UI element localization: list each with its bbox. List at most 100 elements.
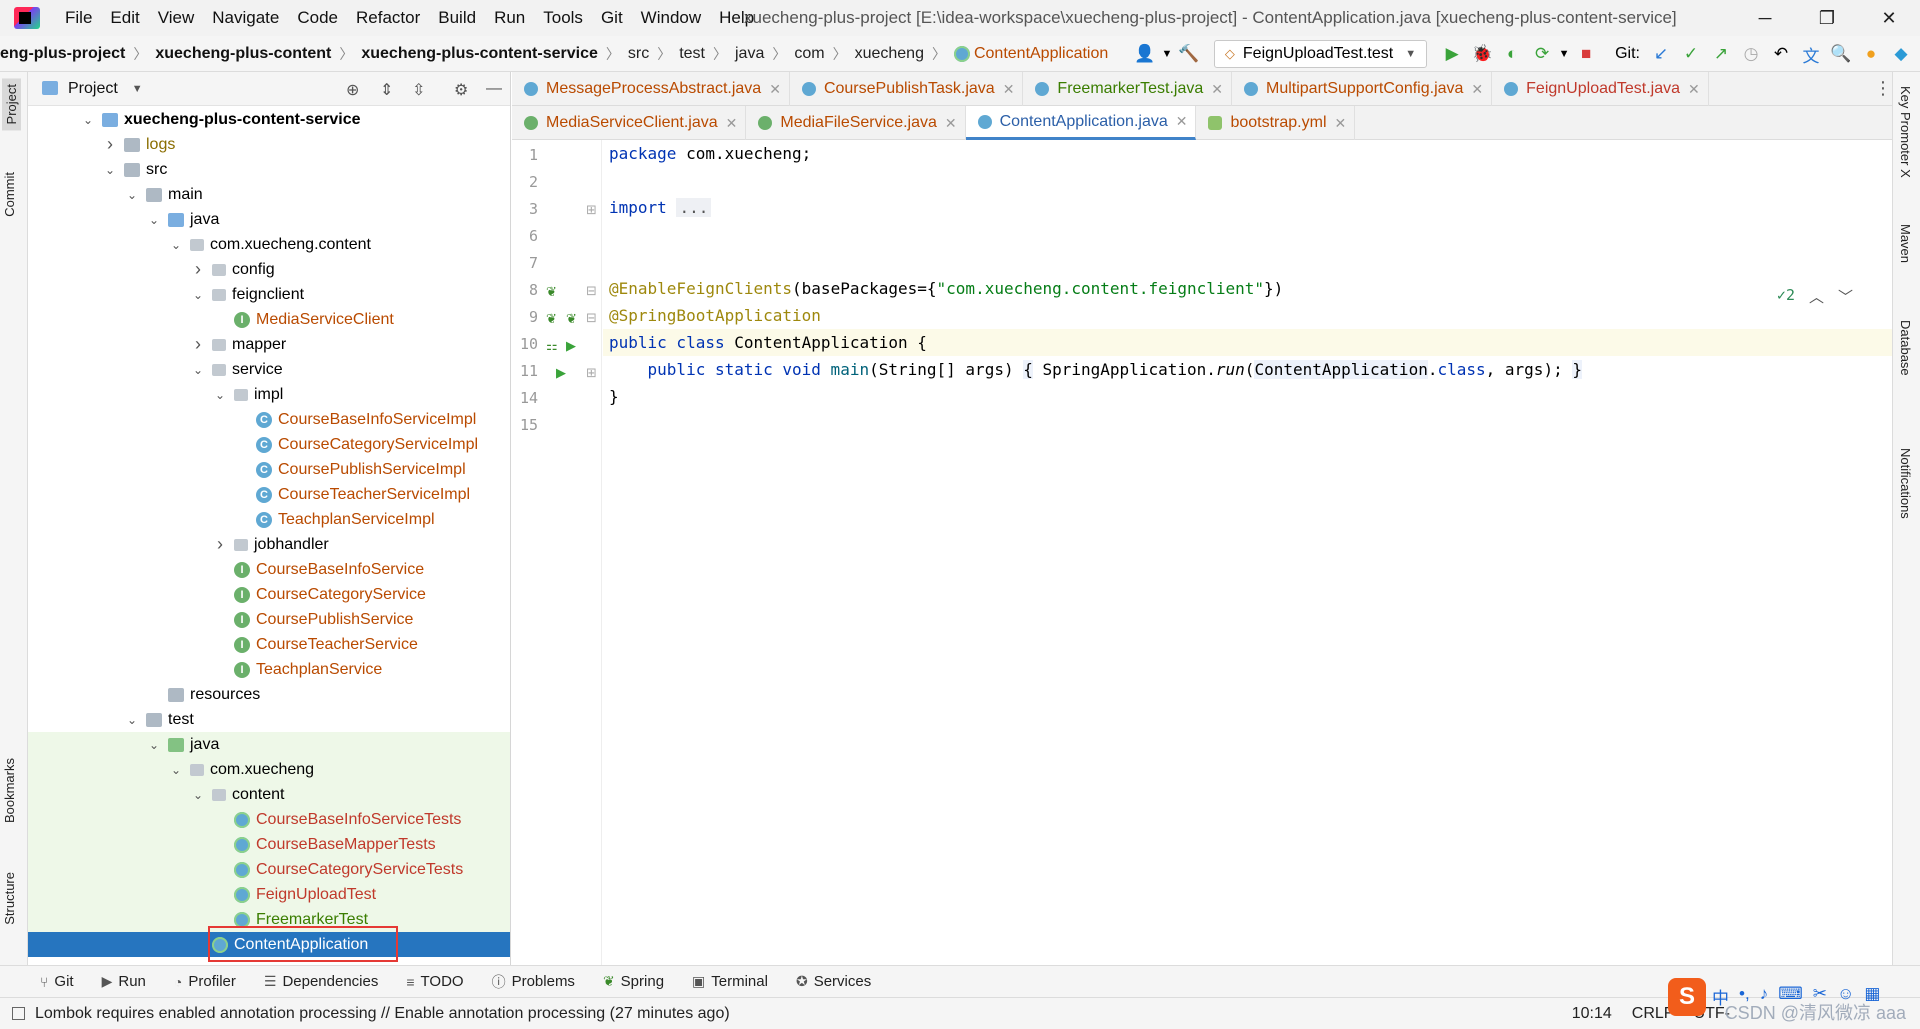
tree-node[interactable]: I TeachplanService	[28, 657, 510, 682]
editor-tab[interactable]: FreemarkerTest.java ✕	[1023, 72, 1232, 106]
breadcrumb-java[interactable]: java	[727, 45, 772, 63]
tool-problems[interactable]: ⓘ Problems	[478, 972, 589, 992]
tree-node[interactable]: C CoursePublishServiceImpl	[28, 457, 510, 482]
tool-run[interactable]: ▶ Run	[88, 973, 160, 990]
close-tab-icon[interactable]: ✕	[1471, 81, 1483, 98]
tree-node[interactable]: C CourseBaseInfoServiceImpl	[28, 407, 510, 432]
menu-code[interactable]: Code	[288, 0, 347, 36]
chevron-down-icon[interactable]: ⌄	[124, 713, 140, 727]
chevron-down-icon[interactable]: ⌄	[168, 238, 184, 252]
chevron-down-icon[interactable]: ⌄	[80, 113, 96, 127]
breadcrumb-xuecheng[interactable]: xuecheng	[847, 45, 932, 63]
chevron-down-icon[interactable]: ⌄	[190, 288, 206, 302]
editor-tab[interactable]: MessageProcessAbstract.java ✕	[512, 72, 790, 106]
user-icon[interactable]: 👤	[1130, 44, 1160, 64]
tree-node[interactable]: › jobhandler	[28, 532, 510, 557]
profile-icon[interactable]: ⟳	[1527, 44, 1557, 64]
chevron-down-icon[interactable]: ⌄	[212, 388, 228, 402]
tool-tab-structure[interactable]: Structure	[2, 872, 17, 925]
coverage-icon[interactable]: ◐	[1497, 44, 1527, 64]
stop-icon[interactable]: ■	[1571, 44, 1601, 64]
tree-node[interactable]: ⌄ java	[28, 207, 510, 232]
chevron-down-icon[interactable]: ⌄	[124, 188, 140, 202]
breadcrumb-src[interactable]: src	[620, 45, 657, 63]
tree-node[interactable]: C CourseTeacherServiceImpl	[28, 482, 510, 507]
tree-node[interactable]: CourseBaseMapperTests	[28, 832, 510, 857]
menu-edit[interactable]: Edit	[101, 0, 148, 36]
expand-all-icon[interactable]: ⇕	[380, 80, 393, 100]
tree-node[interactable]: ⌄ impl	[28, 382, 510, 407]
tree-node[interactable]: I CourseBaseInfoService	[28, 557, 510, 582]
locate-icon[interactable]: ⊕	[346, 80, 359, 100]
tool-tab-project[interactable]: Project	[2, 78, 21, 131]
menu-git[interactable]: Git	[592, 0, 632, 36]
project-panel-title[interactable]: Project	[68, 80, 118, 98]
translate-icon[interactable]: 文	[1796, 42, 1826, 67]
tree-node[interactable]: ContentApplication	[28, 932, 510, 957]
collapse-all-icon[interactable]: ⇳	[412, 80, 425, 100]
hide-icon[interactable]: —	[486, 80, 502, 98]
folded-imports[interactable]: ...	[676, 198, 712, 217]
git-update-icon[interactable]: ↙	[1646, 44, 1676, 64]
tool-tab-maven[interactable]: Maven	[1898, 224, 1913, 263]
tree-node[interactable]: ⌄ com.xuecheng	[28, 757, 510, 782]
tree-node[interactable]: ⌄ feignclient	[28, 282, 510, 307]
tree-node[interactable]: C TeachplanServiceImpl	[28, 507, 510, 532]
tool-profiler[interactable]: ◔ Profiler	[160, 973, 250, 990]
menu-view[interactable]: View	[149, 0, 204, 36]
fold-icon[interactable]: ⊞	[586, 202, 597, 218]
close-tab-icon[interactable]: ✕	[726, 115, 738, 132]
tree-node[interactable]: ⌄ content	[28, 782, 510, 807]
restore-button[interactable]: ❐	[1796, 0, 1858, 36]
tabs-more-icon[interactable]: ⋮	[1874, 78, 1892, 99]
menu-window[interactable]: Window	[632, 0, 710, 36]
chevron-down-icon[interactable]: ⌄	[190, 363, 206, 377]
chevron-down-icon[interactable]: ▼	[1557, 48, 1571, 60]
tree-node[interactable]: ⌄ main	[28, 182, 510, 207]
rollback-icon[interactable]: ↶	[1766, 44, 1796, 64]
menu-navigate[interactable]: Navigate	[203, 0, 288, 36]
chevron-right-icon[interactable]: ›	[102, 134, 118, 155]
chevron-down-icon[interactable]: ﹀	[1838, 286, 1853, 307]
close-tab-icon[interactable]: ✕	[1688, 81, 1700, 98]
git-push-icon[interactable]: ↗	[1706, 44, 1736, 64]
fold-icon[interactable]: ⊟	[586, 283, 597, 299]
editor-tab[interactable]: MediaFileService.java ✕	[746, 106, 966, 140]
tool-tab-notifications[interactable]: Notifications	[1898, 448, 1913, 519]
caret-position[interactable]: 10:14	[1562, 1005, 1622, 1023]
chevron-down-icon[interactable]: ▼	[1160, 48, 1174, 60]
editor-tab[interactable]: ContentApplication.java ✕	[965, 106, 1197, 140]
fold-icon[interactable]: ⊞	[586, 365, 597, 381]
history-icon[interactable]: ◷	[1736, 44, 1766, 64]
menu-run[interactable]: Run	[485, 0, 534, 36]
sogou-ime-icon[interactable]: S	[1668, 978, 1706, 1016]
tree-node[interactable]: I CourseCategoryService	[28, 582, 510, 607]
chevron-down-icon[interactable]: ▼	[132, 83, 143, 95]
chevron-down-icon[interactable]: ⌄	[190, 788, 206, 802]
menu-build[interactable]: Build	[429, 0, 485, 36]
breadcrumb-contentapplication[interactable]: ContentApplication	[946, 45, 1116, 63]
chevron-down-icon[interactable]: ⌄	[146, 738, 162, 752]
menu-refactor[interactable]: Refactor	[347, 0, 429, 36]
chevron-right-icon[interactable]: ›	[212, 534, 228, 555]
spring-boot-icon[interactable]: ⚏	[546, 338, 558, 354]
tree-node[interactable]: ⌄ java	[28, 732, 510, 757]
jetbrains-toolbox-icon[interactable]: ◆	[1886, 44, 1916, 64]
search-icon[interactable]: 🔍	[1826, 44, 1856, 64]
tree-node[interactable]: ⌄ test	[28, 707, 510, 732]
project-tree[interactable]: ⌄ xuecheng-plus-content-service › logs ⌄ src ⌄…	[28, 106, 510, 965]
editor-tab[interactable]: CoursePublishTask.java ✕	[790, 72, 1024, 106]
close-tab-icon[interactable]: ✕	[1211, 81, 1223, 98]
tool-git[interactable]: ⑂ Git	[0, 973, 88, 990]
tree-node[interactable]: › logs	[28, 132, 510, 157]
tool-tab-bookmarks[interactable]: Bookmarks	[2, 758, 17, 823]
breadcrumb-test[interactable]: test	[671, 45, 713, 63]
status-message[interactable]: Lombok requires enabled annotation proce…	[35, 1005, 730, 1023]
git-commit-icon[interactable]: ✓	[1676, 44, 1706, 64]
run-configuration-select[interactable]: ◇ FeignUploadTest.test ▼	[1213, 40, 1428, 68]
editor-tab[interactable]: FeignUploadTest.java ✕	[1492, 72, 1709, 106]
editor-tab[interactable]: MultipartSupportConfig.java ✕	[1232, 72, 1493, 106]
tree-node[interactable]: › config	[28, 257, 510, 282]
tree-node[interactable]: ⌄ service	[28, 357, 510, 382]
breadcrumb-module-content-service[interactable]: xuecheng-plus-content-service	[353, 45, 606, 63]
